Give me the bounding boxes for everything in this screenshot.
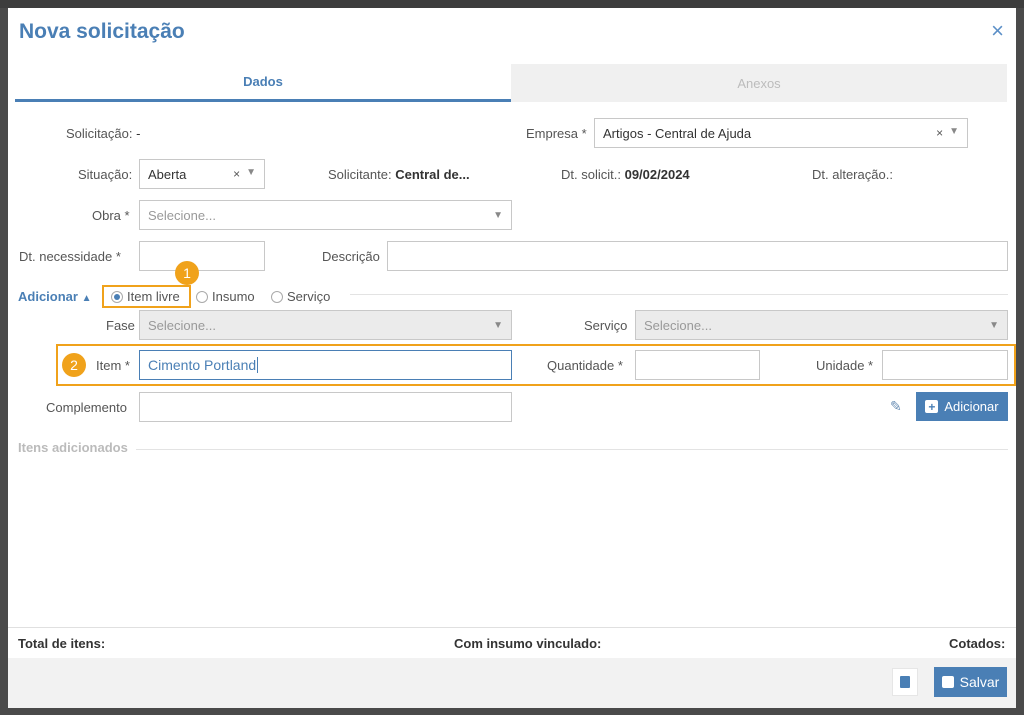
chevron-down-icon[interactable]: ▼ — [949, 126, 959, 140]
tab-dados[interactable]: Dados — [15, 64, 511, 102]
adicionar-toggle[interactable]: Adicionar ▲ — [18, 289, 92, 304]
descricao-label: Descrição — [322, 249, 380, 264]
empresa-label: Empresa * — [526, 126, 587, 141]
solicitacao-label: Solicitação: - — [66, 126, 141, 141]
save-button[interactable]: Salvar — [934, 667, 1007, 697]
save-icon — [941, 676, 954, 688]
callout-box-1 — [102, 285, 191, 308]
servico-label: Serviço — [584, 318, 628, 333]
quantidade-label: Quantidade * — [547, 358, 623, 373]
attachment-button[interactable] — [892, 668, 918, 696]
tab-anexos[interactable]: Anexos — [511, 64, 1007, 102]
descricao-input[interactable] — [387, 241, 1008, 271]
chevron-down-icon[interactable]: ▼ — [246, 167, 256, 181]
total-itens-label: Total de itens: — [18, 636, 106, 651]
servico-select[interactable]: Selecione... ▼ — [635, 310, 1008, 340]
clear-icon[interactable]: × — [233, 167, 240, 181]
chevron-down-icon[interactable]: ▼ — [493, 210, 503, 221]
dt-necessidade-input[interactable] — [139, 241, 265, 271]
radio-icon — [271, 291, 283, 303]
itens-adicionados-label: Itens adicionados — [18, 440, 128, 455]
obra-select[interactable]: Selecione... ▼ — [139, 200, 512, 230]
chevron-up-icon: ▲ — [81, 293, 92, 304]
close-icon[interactable]: × — [991, 20, 1004, 42]
complemento-input[interactable] — [139, 392, 512, 422]
quantidade-input[interactable] — [635, 350, 760, 380]
text-cursor — [257, 357, 259, 373]
fase-label: Fase — [106, 318, 135, 333]
situacao-select[interactable]: Aberta × ▼ — [139, 159, 265, 189]
servico-placeholder: Selecione... — [644, 317, 712, 333]
clear-icon[interactable]: × — [936, 126, 943, 140]
footer-bar — [8, 658, 1016, 708]
section-divider — [136, 449, 1008, 450]
dt-alteracao-label: Dt. alteração.: — [812, 167, 893, 182]
radio-servico[interactable]: Serviço — [271, 289, 330, 304]
fase-select[interactable]: Selecione... ▼ — [139, 310, 512, 340]
unidade-label: Unidade * — [816, 358, 874, 373]
radio-insumo[interactable]: Insumo — [196, 289, 255, 304]
tab-bar: Dados Anexos — [15, 64, 1007, 102]
obra-placeholder: Selecione... — [148, 207, 216, 223]
fase-placeholder: Selecione... — [148, 317, 216, 333]
situacao-label: Situação: — [78, 167, 133, 182]
modal-title: Nova solicitação — [19, 20, 185, 43]
obra-label: Obra * — [92, 208, 130, 223]
summary-divider — [8, 627, 1016, 628]
item-value: Cimento Portland — [148, 357, 257, 373]
radio-icon — [196, 291, 208, 303]
situacao-value: Aberta — [148, 166, 187, 182]
plus-icon: + — [925, 400, 939, 413]
section-divider — [350, 294, 1008, 295]
unidade-input[interactable] — [882, 350, 1008, 380]
empresa-select[interactable]: Artigos - Central de Ajuda × ▼ — [594, 118, 968, 148]
callout-badge-2: 2 — [62, 353, 86, 377]
complemento-label: Complemento — [46, 400, 127, 415]
chevron-down-icon[interactable]: ▼ — [493, 320, 503, 331]
dt-solicit-value: 09/02/2024 — [624, 167, 690, 182]
item-label: Item * — [96, 358, 130, 373]
insumo-vinculado-label: Com insumo vinculado: — [454, 636, 602, 651]
chevron-down-icon[interactable]: ▼ — [989, 320, 999, 331]
solicitante-value: Central de... — [395, 167, 470, 182]
dt-solicit-info: Dt. solicit.: 09/02/2024 — [561, 167, 690, 182]
new-request-modal: Nova solicitação × Dados Anexos Solicita… — [8, 8, 1016, 708]
backdrop — [0, 0, 1024, 8]
empresa-value: Artigos - Central de Ajuda — [603, 125, 752, 141]
cotados-label: Cotados: — [949, 636, 1006, 651]
callout-badge-1: 1 — [175, 261, 199, 285]
document-icon — [900, 676, 910, 688]
dt-necessidade-label: Dt. necessidade * — [19, 249, 121, 264]
solicitante-info: Solicitante: Central de... — [328, 167, 470, 182]
solicitacao-value: - — [136, 126, 141, 141]
eraser-icon[interactable]: ✎ — [890, 398, 902, 415]
add-item-button[interactable]: + Adicionar — [916, 392, 1008, 421]
item-input[interactable]: Cimento Portland — [139, 350, 512, 380]
